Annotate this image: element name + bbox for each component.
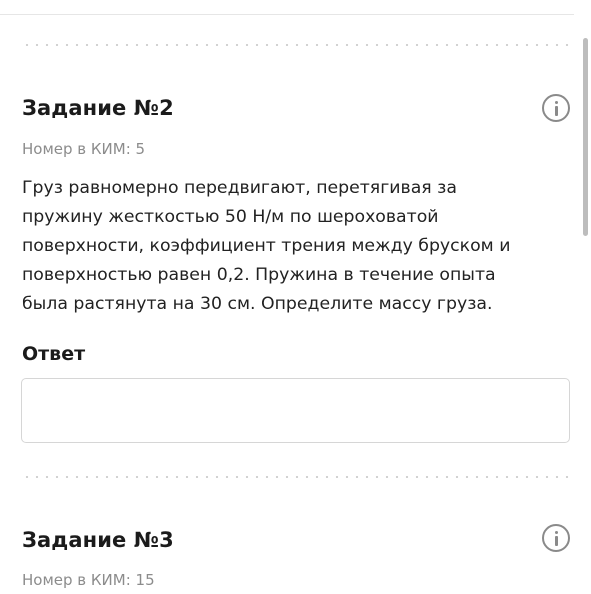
- info-icon-stem: [555, 536, 558, 546]
- info-icon-stem: [555, 106, 558, 116]
- answer-label: Ответ: [22, 343, 86, 365]
- dotted-separator: [22, 476, 570, 478]
- info-icon[interactable]: [542, 524, 570, 552]
- task-title: Задание №3: [22, 528, 174, 552]
- info-icon-dot: [555, 531, 558, 534]
- task-text: Груз равномерно передвигают, перетягивая…: [22, 178, 511, 314]
- answer-input[interactable]: [21, 378, 570, 443]
- info-icon-dot: [555, 101, 558, 104]
- task-title: Задание №2: [22, 96, 174, 120]
- kim-number: Номер в КИМ: 15: [22, 571, 155, 589]
- scrollbar-thumb[interactable]: [583, 38, 588, 236]
- info-icon[interactable]: [542, 94, 570, 122]
- kim-number: Номер в КИМ: 5: [22, 140, 146, 158]
- dotted-separator: [22, 44, 570, 46]
- top-divider: [0, 14, 574, 15]
